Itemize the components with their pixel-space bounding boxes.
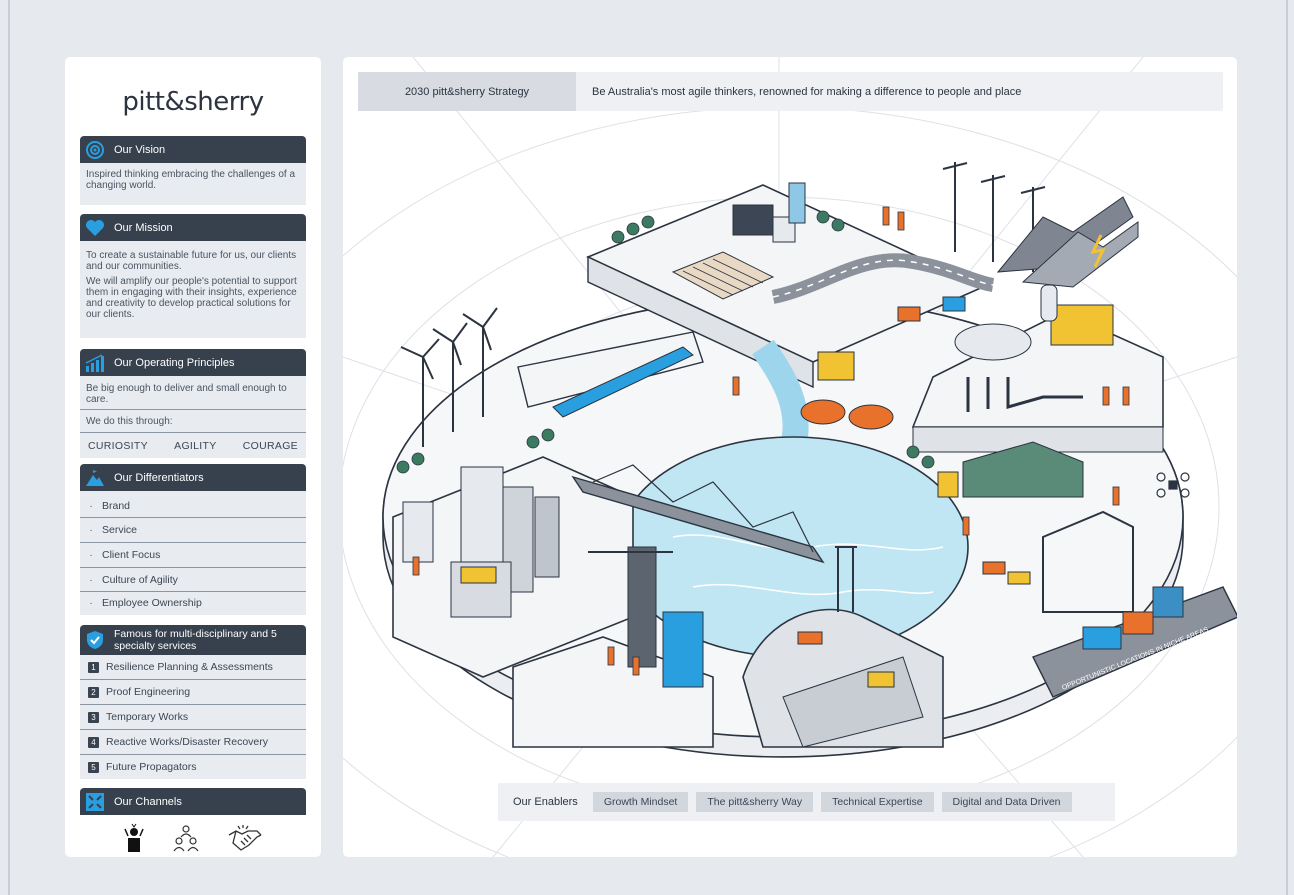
service-item: 3 Temporary Works <box>80 707 306 727</box>
mountain-flag-icon <box>84 467 106 489</box>
differentiators-header: Our Differentiators <box>80 464 306 491</box>
services-header: Famous for multi-disciplinary and 5 spec… <box>80 625 306 655</box>
enabler-chip: Digital and Data Driven <box>941 792 1072 812</box>
value-agility: AGILITY <box>174 440 217 452</box>
vision-text: Inspired thinking embracing the challeng… <box>86 169 296 191</box>
service-item: 5 Future Propagators <box>80 757 306 777</box>
window-edge-left <box>8 0 10 895</box>
differentiator-item: · Client Focus <box>89 549 161 561</box>
enablers-bar: Our Enablers Growth Mindset The pitt&she… <box>498 783 1115 821</box>
services-title: Famous for multi-disciplinary and 5 spec… <box>114 628 277 652</box>
differentiator-item: · Service <box>89 524 138 536</box>
service-item: 2 Proof Engineering <box>80 682 306 702</box>
differentiator-divider <box>80 591 306 592</box>
enabler-chip: Technical Expertise <box>821 792 934 812</box>
principles-divider-2 <box>80 432 306 433</box>
differentiator-item: · Culture of Agility <box>89 574 178 586</box>
differentiator-item: · Brand <box>89 500 131 512</box>
company-logo: pitt&sherry <box>122 87 264 117</box>
channels-icons <box>80 817 306 855</box>
people-group-icon <box>171 823 201 855</box>
vision-body: Inspired thinking embracing the challeng… <box>80 163 306 205</box>
strategy-label: 2030 pitt&sherry Strategy <box>358 72 576 111</box>
enabler-chip: Growth Mindset <box>592 792 689 812</box>
service-item: 1 Resilience Planning & Assessments <box>80 657 306 677</box>
differentiators-title: Our Differentiators <box>114 471 204 484</box>
shield-check-icon <box>84 629 106 651</box>
strategy-illustration-panel: OPPORTUNISTIC LOCATIONS IN NICHE AREAS 2… <box>343 57 1237 857</box>
vision-title: Our Vision <box>114 143 166 156</box>
service-item: 4 Reactive Works/Disaster Recovery <box>80 732 306 752</box>
principles-text-2: We do this through: <box>86 416 173 427</box>
channels-header: Our Channels <box>80 788 306 815</box>
service-divider <box>80 679 306 680</box>
mission-text-1: To create a sustainable future for us, o… <box>86 250 297 272</box>
person-speaker-icon <box>123 823 145 855</box>
principles-header: Our Operating Principles <box>80 349 306 376</box>
differentiator-divider <box>80 517 306 518</box>
value-curiosity: CURIOSITY <box>88 440 148 452</box>
service-divider <box>80 729 306 730</box>
differentiator-divider <box>80 567 306 568</box>
channels-title: Our Channels <box>114 795 182 808</box>
strategy-banner: 2030 pitt&sherry Strategy Be Australia's… <box>358 72 1223 111</box>
heart-icon <box>84 217 106 239</box>
strategy-statement: Be Australia's most agile thinkers, reno… <box>592 85 1022 98</box>
isometric-city-illustration: OPPORTUNISTIC LOCATIONS IN NICHE AREAS <box>343 57 1237 857</box>
value-courage: COURAGE <box>242 440 298 452</box>
vision-header: Our Vision <box>80 136 306 163</box>
differentiator-item: · Employee Ownership <box>89 597 202 609</box>
strategy-sidebar: pitt&sherry Our Vision Inspired thinking… <box>65 57 321 857</box>
arrows-expand-icon <box>84 791 106 813</box>
service-divider <box>80 704 306 705</box>
mission-body: To create a sustainable future for us, o… <box>80 241 306 338</box>
enabler-chip: The pitt&sherry Way <box>696 792 814 812</box>
principles-values: CURIOSITY AGILITY COURAGE <box>80 440 306 452</box>
target-icon <box>84 139 106 161</box>
mission-title: Our Mission <box>114 221 173 234</box>
mission-text-2: We will amplify our people's potential t… <box>86 276 297 320</box>
principles-title: Our Operating Principles <box>114 356 235 369</box>
bar-chart-icon <box>84 352 106 374</box>
principles-text-1: Be big enough to deliver and small enoug… <box>86 383 287 405</box>
mission-header: Our Mission <box>80 214 306 241</box>
differentiator-divider <box>80 542 306 543</box>
service-divider <box>80 754 306 755</box>
window-edge-right <box>1286 0 1288 895</box>
handshake-icon <box>227 823 263 855</box>
principles-divider-1 <box>80 409 306 410</box>
enablers-title: Our Enablers <box>513 796 578 808</box>
